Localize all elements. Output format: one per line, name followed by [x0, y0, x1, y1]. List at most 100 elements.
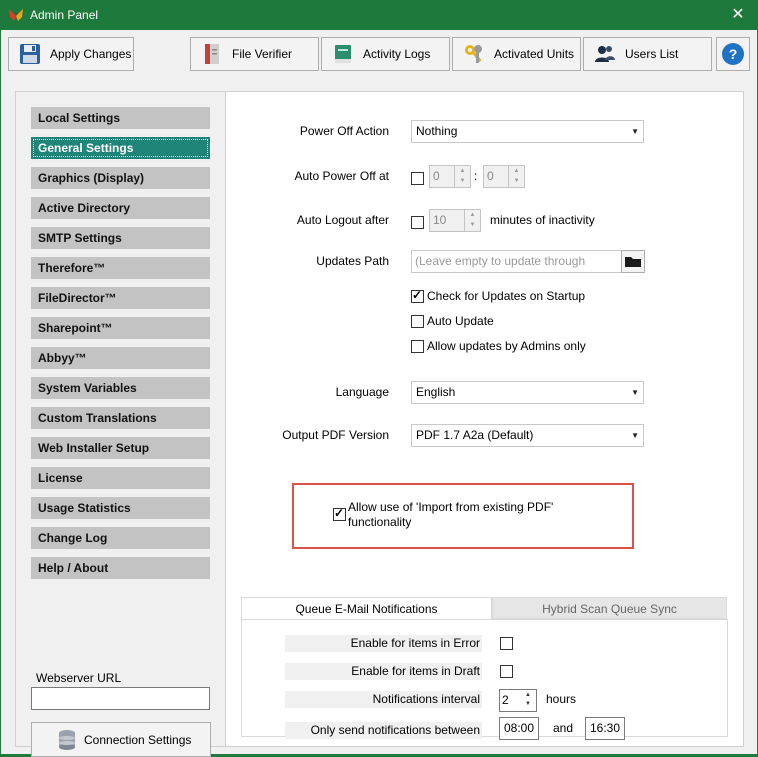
connection-settings-button[interactable]: Connection Settings: [31, 722, 211, 757]
spinner-arrows-icon: ▲ ▼: [508, 166, 524, 187]
time-separator: :: [474, 169, 478, 183]
auto-logout-suffix: minutes of inactivity: [490, 213, 595, 227]
general-settings-panel: Power Off Action Nothing ▼ Auto Power Of…: [225, 91, 744, 747]
floppy-disk-icon: [20, 44, 40, 64]
draft-checkbox[interactable]: [500, 665, 513, 678]
admins-only-checkbox[interactable]: [411, 340, 424, 353]
draft-label: Enable for items in Draft: [285, 663, 482, 680]
auto-power-off-minute-value: 0: [487, 169, 494, 183]
nav-item-usage-statistics[interactable]: Usage Statistics: [31, 497, 210, 519]
chevron-down-icon: ▼: [631, 388, 639, 397]
activated-units-button[interactable]: Activated Units: [452, 37, 581, 71]
updates-path-input[interactable]: (Leave empty to update through: [411, 250, 622, 273]
book-icon: [335, 45, 351, 63]
auto-power-off-hour-spinner[interactable]: 0 ▲ ▼: [429, 165, 471, 188]
question-icon: ?: [722, 43, 744, 65]
check-updates-label: Check for Updates on Startup: [427, 289, 586, 303]
from-time-input[interactable]: 08:00: [499, 717, 539, 740]
apply-changes-button[interactable]: Apply Changes: [8, 37, 134, 71]
app-logo-icon: [9, 9, 23, 21]
interval-label: Notifications interval: [285, 691, 482, 708]
nav-item-help-about[interactable]: Help / About: [31, 557, 210, 579]
database-icon: [59, 729, 75, 750]
auto-power-off-hour-value: 0: [433, 169, 440, 183]
keys-icon: [465, 45, 482, 63]
nav-item-graphics[interactable]: Graphics (Display): [31, 167, 210, 189]
users-list-button[interactable]: Users List: [583, 37, 712, 71]
pdf-version-label: Output PDF Version: [282, 428, 389, 442]
tab-queue-email-notifications[interactable]: Queue E-Mail Notifications: [241, 597, 492, 619]
file-verifier-button[interactable]: File Verifier: [190, 37, 319, 71]
language-select[interactable]: English ▼: [411, 381, 644, 404]
power-off-action-value: Nothing: [416, 124, 458, 138]
errors-label: Enable for items in Error: [285, 635, 482, 652]
settings-navigation: Local Settings General Settings Graphics…: [15, 91, 226, 757]
tab-hybrid-scan-queue-sync[interactable]: Hybrid Scan Queue Sync: [492, 597, 727, 619]
spinner-arrows-icon: ▲ ▼: [454, 166, 470, 187]
pdf-version-select[interactable]: PDF 1.7 A2a (Default) ▼: [411, 424, 644, 447]
language-label: Language: [335, 385, 389, 399]
nav-item-web-installer-setup[interactable]: Web Installer Setup: [31, 437, 210, 459]
client-area: Apply Changes File Verifier Activity Log…: [1, 30, 757, 757]
window-title: Admin Panel: [30, 8, 99, 22]
check-updates-checkbox[interactable]: [411, 288, 424, 303]
document-icon: [205, 44, 219, 64]
nav-item-sharepoint[interactable]: Sharepoint™: [31, 317, 210, 339]
errors-checkbox[interactable]: [500, 637, 513, 650]
webserver-url-input[interactable]: [31, 687, 210, 710]
nav-item-general-settings[interactable]: General Settings: [31, 137, 210, 159]
admin-panel-window: Admin Panel ✕ Apply Changes File Verifie…: [0, 0, 758, 757]
chevron-down-icon: ▼: [631, 127, 639, 136]
power-off-action-label: Power Off Action: [299, 124, 389, 138]
nav-item-system-variables[interactable]: System Variables: [31, 377, 210, 399]
nav-item-therefore[interactable]: Therefore™: [31, 257, 210, 279]
nav-item-license[interactable]: License: [31, 467, 210, 489]
nav-item-active-directory[interactable]: Active Directory: [31, 197, 210, 219]
tab-content: Enable for items in Error Enable for ite…: [241, 619, 728, 740]
nav-item-filedirector[interactable]: FileDirector™: [31, 287, 210, 309]
file-verifier-label: File Verifier: [232, 47, 293, 61]
connection-settings-label: Connection Settings: [84, 732, 192, 747]
pdf-version-value: PDF 1.7 A2a (Default): [416, 428, 534, 442]
chevron-down-icon: ▼: [631, 431, 639, 440]
activity-logs-label: Activity Logs: [363, 47, 431, 61]
nav-item-abbyy[interactable]: Abbyy™: [31, 347, 210, 369]
auto-logout-label: Auto Logout after: [296, 213, 389, 227]
nav-item-local-settings[interactable]: Local Settings: [31, 107, 210, 129]
updates-path-label: Updates Path: [316, 254, 389, 268]
updates-path-placeholder: (Leave empty to update through: [415, 254, 586, 268]
auto-logout-value: 10: [433, 213, 447, 227]
auto-power-off-checkbox[interactable]: [411, 172, 424, 185]
apply-changes-label: Apply Changes: [50, 47, 132, 61]
folder-icon: [625, 257, 641, 267]
close-icon: ✕: [731, 6, 745, 23]
auto-power-off-minute-spinner[interactable]: 0 ▲ ▼: [483, 165, 525, 188]
users-list-label: Users List: [625, 47, 679, 61]
import-pdf-label-line2: functionality: [348, 515, 412, 529]
import-pdf-checkbox[interactable]: [333, 506, 346, 521]
import-pdf-label-line1: Allow use of 'Import from existing PDF': [348, 500, 554, 514]
between-label: Only send notifications between: [285, 722, 482, 739]
interval-value: 2: [502, 693, 509, 707]
title-bar: Admin Panel ✕: [0, 0, 758, 30]
auto-logout-spinner[interactable]: 10 ▲ ▼: [429, 209, 481, 232]
spinner-arrows-icon: ▲ ▼: [464, 210, 480, 231]
nav-item-custom-translations[interactable]: Custom Translations: [31, 407, 210, 429]
auto-logout-checkbox[interactable]: [411, 216, 424, 229]
interval-unit: hours: [546, 692, 577, 706]
close-button[interactable]: ✕: [726, 4, 750, 26]
and-label: and: [553, 721, 574, 735]
nav-item-smtp-settings[interactable]: SMTP Settings: [31, 227, 210, 249]
nav-item-change-log[interactable]: Change Log: [31, 527, 210, 549]
language-value: English: [416, 385, 456, 399]
help-button[interactable]: ?: [716, 37, 750, 71]
notification-tabs: Queue E-Mail Notifications Hybrid Scan Q…: [241, 597, 728, 740]
interval-spinner[interactable]: 2 ▲ ▼: [499, 689, 537, 712]
admins-only-label: Allow updates by Admins only: [427, 339, 586, 353]
auto-power-off-label: Auto Power Off at: [294, 169, 390, 183]
power-off-action-select[interactable]: Nothing ▼: [411, 120, 644, 143]
to-time-input[interactable]: 16:30: [585, 717, 625, 740]
auto-update-checkbox[interactable]: [411, 315, 424, 328]
browse-folder-button[interactable]: [621, 250, 645, 273]
activity-logs-button[interactable]: Activity Logs: [321, 37, 450, 71]
